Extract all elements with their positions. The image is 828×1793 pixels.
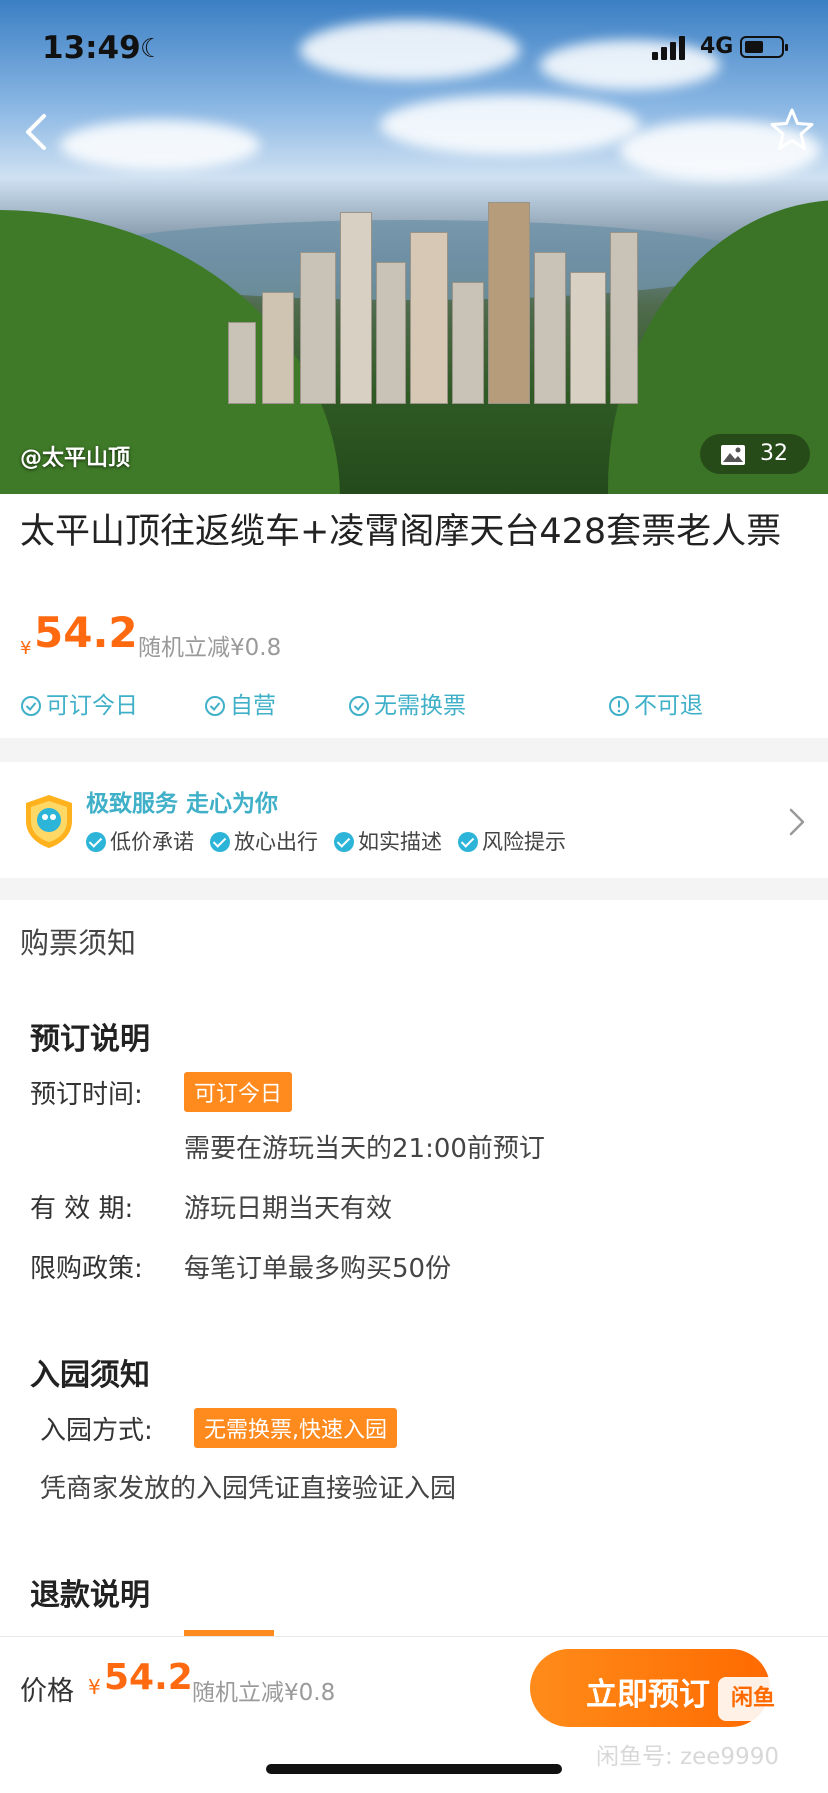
shield-icon (26, 795, 72, 848)
check-circle-icon (349, 696, 369, 716)
booking-time-label: 预订时间: (30, 1080, 143, 1110)
tag-non-refundable: 不可退 (608, 686, 703, 720)
product-info-card: 太平山顶往返缆车+凌霄阁摩天台428套票老人票 ¥ 54.2 随机立减¥0.8 … (0, 494, 828, 738)
check-circle-icon (21, 696, 41, 716)
service-item: 低价承诺 (86, 826, 194, 856)
bottom-discount-text: 随机立减¥0.8 (192, 1680, 336, 1706)
service-item: 放心出行 (210, 826, 318, 856)
photo-count-value: 32 (760, 441, 788, 466)
currency-symbol: ¥ (20, 638, 32, 659)
check-icon (458, 832, 478, 852)
ticket-notice-card: 购票须知 预订说明 预订时间: 可订今日 需要在游玩当天的21:00前预订 有 … (0, 900, 828, 1640)
booking-time-note: 需要在游玩当天的21:00前预订 (184, 1134, 545, 1164)
location-tag: @太平山顶 (20, 446, 131, 471)
favorite-button[interactable] (766, 104, 818, 156)
check-icon (210, 832, 230, 852)
tag-bookable-today: 可订今日 (20, 686, 138, 720)
validity-value: 游玩日期当天有效 (184, 1194, 393, 1224)
section-title: 购票须知 (20, 926, 137, 960)
image-icon (721, 445, 745, 465)
hero-image[interactable]: 13:49 ☾ 4G @太平山顶 32 (0, 0, 828, 494)
check-icon (86, 832, 106, 852)
home-indicator (266, 1764, 562, 1774)
price-label: 价格 (20, 1676, 74, 1707)
network-type: 4G (700, 34, 734, 59)
chevron-right-icon[interactable] (786, 806, 808, 838)
purchase-limit-value: 每笔订单最多购买50份 (184, 1254, 452, 1284)
entry-method-label: 入园方式: (40, 1416, 153, 1446)
currency-symbol: ¥ (88, 1675, 101, 1699)
entry-info-title: 入园须知 (30, 1358, 150, 1393)
product-title: 太平山顶往返缆车+凌霄阁摩天台428套票老人票 (20, 512, 782, 552)
entry-method-note: 凭商家发放的入园凭证直接验证入园 (40, 1474, 457, 1504)
moon-icon: ☾ (140, 34, 164, 64)
discount-text: 随机立减¥0.8 (138, 635, 282, 661)
service-guarantee-card[interactable]: 极致服务 走心为你 低价承诺 放心出行 如实描述 风险提示 (0, 762, 828, 878)
tag-no-exchange: 无需换票 (348, 686, 466, 720)
booking-info-title: 预订说明 (30, 1022, 150, 1057)
tag-self-operated: 自营 (204, 686, 276, 720)
service-title: 极致服务 走心为你 (86, 791, 279, 817)
alert-circle-icon (609, 696, 629, 716)
feature-tags: 可订今日 自营 无需换票 不可退 (20, 686, 820, 720)
back-button[interactable] (14, 108, 62, 156)
status-time: 13:49 (42, 30, 141, 66)
check-icon (334, 832, 354, 852)
signal-icon (652, 36, 692, 60)
validity-label: 有 效 期: (30, 1194, 134, 1224)
photo-count-badge[interactable]: 32 (700, 434, 810, 474)
bookable-today-badge: 可订今日 (184, 1072, 293, 1112)
entry-method-badge: 无需换票,快速入园 (194, 1408, 397, 1448)
battery-icon (740, 36, 788, 58)
star-icon (770, 108, 814, 150)
refund-info-title: 退款说明 (30, 1578, 150, 1613)
watermark-text: 闲鱼号: zee9990 (596, 1744, 779, 1770)
xianyu-logo: 闲鱼 (718, 1677, 788, 1721)
chevron-left-icon (26, 114, 46, 150)
purchase-limit-label: 限购政策: (30, 1254, 143, 1284)
bottom-price: 54.2 (104, 1657, 193, 1698)
book-now-label: 立即预订 (586, 1677, 710, 1713)
check-circle-icon (205, 696, 225, 716)
service-item: 如实描述 (334, 826, 442, 856)
service-item: 风险提示 (458, 826, 566, 856)
product-price: 54.2 (34, 608, 138, 657)
